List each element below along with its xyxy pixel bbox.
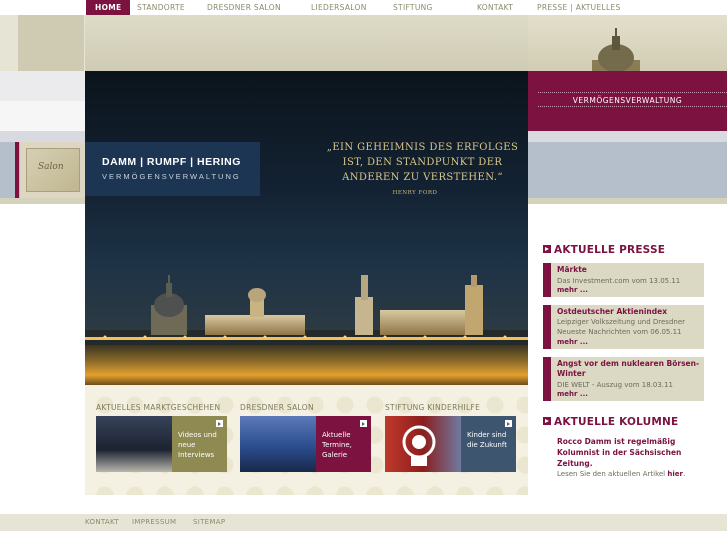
nav-kontakt[interactable]: KONTAKT (477, 0, 513, 15)
kolumne-subtext-prefix: Lesen Sie den aktuellen Artikel (557, 470, 666, 478)
brand-box[interactable]: DAMM | RUMPF | HERING VERMÖGENSVERWALTUN… (85, 142, 260, 196)
press-item-title: Märkte (557, 265, 587, 274)
teaser-heading: STIFTUNG KINDERHILFE (385, 403, 481, 412)
press-heading[interactable]: AKTUELLE PRESSE (543, 244, 665, 256)
nav-home[interactable]: HOME (86, 0, 131, 15)
kolumne-subtext: Lesen Sie den aktuellen Artikel hier. (557, 469, 717, 479)
quote-line: ANDEREN ZU VERSTEHEN.“ (342, 172, 503, 183)
press-item-title: Angst vor dem nuklearen Börsen-Winter (557, 359, 700, 378)
press-item-bar (543, 263, 551, 297)
kolumne-heading-label: AKTUELLE KOLUMNE (554, 416, 679, 428)
vermoegensverwaltung-label: VERMÖGENSVERWALTUNG (572, 96, 683, 105)
press-item-more-link[interactable]: mehr ... (557, 338, 588, 346)
teaser-dresdner-salon[interactable]: Aktuelle Termine, Galerie (240, 416, 371, 472)
brand-subtitle: VERMÖGENSVERWALTUNG (102, 172, 241, 181)
press-item-text: Leipziger Volkszeitung und Dresdner Neue… (557, 318, 686, 336)
dotted-divider (538, 106, 727, 107)
press-item-bar (543, 357, 551, 401)
kolumne-subtext-suffix: . (682, 470, 686, 478)
interview-photo (96, 416, 172, 472)
arrow-icon (505, 420, 512, 427)
footer: KONTAKT IMPRESSUM SITEMAP (0, 514, 727, 531)
top-navigation: HOME STANDORTE DRESDNER SALON LIEDERSALO… (0, 0, 727, 15)
kinderhilfe-photo (385, 416, 461, 472)
nav-stiftung[interactable]: STIFTUNG (393, 0, 433, 15)
decorative-tile (18, 15, 84, 71)
footer-kontakt-link[interactable]: KONTAKT (85, 514, 119, 531)
hero-image (85, 15, 528, 385)
teaser-heading: AKTUELLES MARKTGESCHEHEN (96, 403, 221, 412)
dresden-skyline-illustration (85, 275, 528, 350)
nav-presse-aktuelles[interactable]: PRESSE | AKTUELLES (537, 0, 621, 15)
teaser-caption: Aktuelle Termine, Galerie (322, 431, 352, 459)
quote: „EIN GEHEIMNIS DES ERFOLGES IST, DEN STA… (325, 140, 520, 185)
hero-water (85, 345, 528, 385)
press-item[interactable]: Angst vor dem nuklearen Börsen-Winter DI… (543, 357, 704, 401)
teaser-marktgeschehen[interactable]: Videos und neue Interviews (96, 416, 227, 472)
teaser-caption-box: Kinder sind die Zukunft (461, 416, 516, 472)
vermoegensverwaltung-panel[interactable]: VERMÖGENSVERWALTUNG (528, 71, 727, 131)
footer-impressum-link[interactable]: IMPRESSUM (132, 514, 176, 531)
right-band (528, 142, 727, 198)
nav-standorte[interactable]: STANDORTE (137, 0, 185, 15)
kolumne-text: Rocco Damm ist regelmäßig Kolumnist in d… (557, 437, 682, 468)
quote-line: IST, DEN STANDPUNKT DER (342, 157, 503, 168)
arrow-icon (360, 420, 367, 427)
nav-liedersalon[interactable]: LIEDERSALON (311, 0, 367, 15)
teaser-caption-box: Aktuelle Termine, Galerie (316, 416, 371, 472)
hero-sky-top (85, 15, 528, 71)
child-icon (402, 425, 436, 466)
press-item-title: Ostdeutscher Aktienindex (557, 307, 668, 316)
footer-sitemap-link[interactable]: SITEMAP (193, 514, 225, 531)
kolumne-heading[interactable]: AKTUELLE KOLUMNE (543, 416, 678, 428)
teaser-heading: DRESDNER SALON (240, 403, 314, 412)
teaser-caption-box: Videos und neue Interviews (172, 416, 227, 472)
press-item[interactable]: Ostdeutscher Aktienindex Leipziger Volks… (543, 305, 704, 349)
salon-logo-text: Salon (38, 162, 64, 172)
quote-line: „EIN GEHEIMNIS DES ERFOLGES (326, 142, 519, 153)
salon-logo[interactable]: Salon (19, 142, 85, 198)
nav-dresdner-salon[interactable]: DRESDNER SALON (207, 0, 281, 15)
dome-icon (592, 28, 640, 71)
press-item-more-link[interactable]: mehr ... (557, 390, 588, 398)
press-item-text: DIE WELT - Auszug vom 18.03.11 (557, 381, 673, 389)
press-item-bar (543, 305, 551, 349)
teaser-caption: Videos und neue Interviews (178, 431, 217, 459)
kolumne-link[interactable]: hier (667, 470, 683, 478)
press-item[interactable]: Märkte Das Investment.com vom 13.05.11 m… (543, 263, 704, 297)
quote-author: HENRY FORD (392, 190, 438, 196)
brand-name: DAMM | RUMPF | HERING (102, 156, 241, 168)
arrow-icon (216, 420, 223, 427)
arrow-icon (543, 417, 551, 425)
teaser-stiftung[interactable]: Kinder sind die Zukunft (385, 416, 516, 472)
salon-photo (240, 416, 316, 472)
dotted-divider (538, 92, 727, 93)
press-item-text: Das Investment.com vom 13.05.11 (557, 277, 681, 285)
press-item-more-link[interactable]: mehr ... (557, 286, 588, 294)
press-heading-label: AKTUELLE PRESSE (554, 244, 666, 256)
teaser-caption: Kinder sind die Zukunft (467, 431, 507, 449)
arrow-icon (543, 245, 551, 253)
